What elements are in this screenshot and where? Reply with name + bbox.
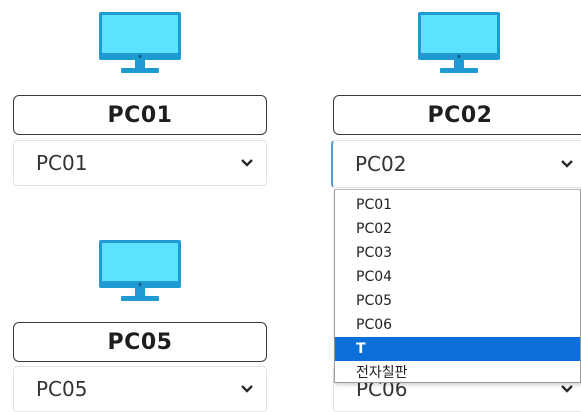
dropdown-option-selected[interactable]: T [335, 337, 580, 361]
select-value: PC01 [36, 151, 88, 175]
chevron-down-icon [561, 160, 573, 168]
station-label: PC02 [333, 95, 581, 135]
dropdown-option[interactable]: 전자칠판 [335, 361, 580, 385]
dropdown-option[interactable]: PC03 [335, 241, 580, 265]
station-select[interactable]: PC05 [13, 366, 267, 412]
monitor-icon [99, 12, 181, 73]
select-value: PC05 [36, 377, 88, 401]
dropdown-option[interactable]: PC02 [335, 217, 580, 241]
chevron-down-icon [241, 385, 253, 393]
chevron-down-icon [241, 159, 253, 167]
select-value: PC02 [355, 152, 407, 176]
station-select[interactable]: PC02 [331, 140, 581, 188]
dropdown-option[interactable]: PC04 [335, 265, 580, 289]
monitor-icon [99, 240, 181, 301]
station-label: PC01 [13, 95, 267, 135]
station-label: PC05 [13, 322, 267, 362]
monitor-icon [418, 12, 500, 73]
dropdown-option[interactable]: PC01 [335, 193, 580, 217]
dropdown-list[interactable]: PC01 PC02 PC03 PC04 PC05 PC06 T 전자칠판 [334, 189, 581, 383]
dropdown-option[interactable]: PC06 [335, 313, 580, 337]
dropdown-option[interactable]: PC05 [335, 289, 580, 313]
station-select[interactable]: PC01 [13, 140, 267, 186]
